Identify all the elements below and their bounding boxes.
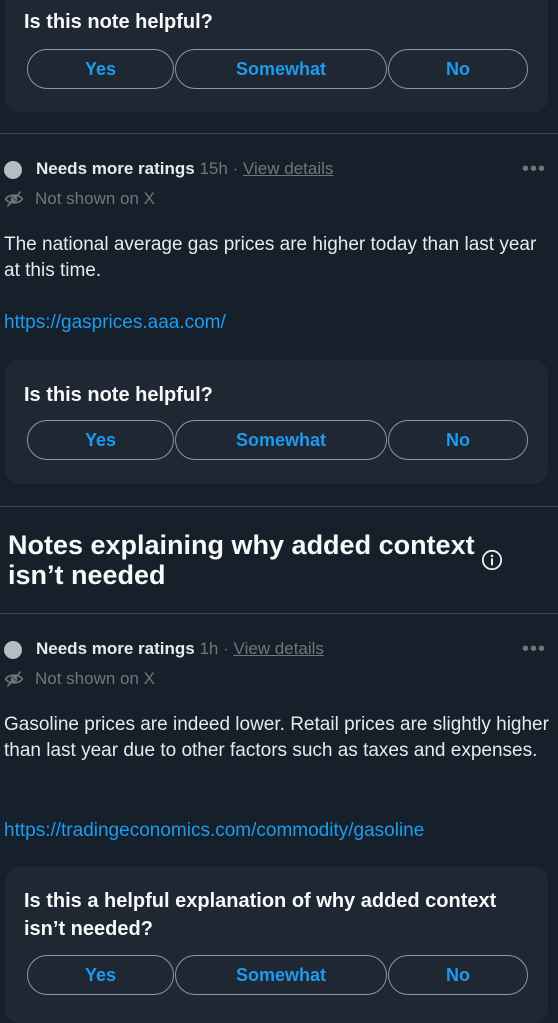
more-options-icon[interactable]: ••• bbox=[522, 638, 546, 661]
yes-button[interactable]: Yes bbox=[27, 955, 174, 995]
no-button[interactable]: No bbox=[388, 49, 528, 89]
somewhat-button[interactable]: Somewhat bbox=[175, 49, 387, 89]
rating-card-note1: Is this note helpful? Yes Somewhat No bbox=[5, 360, 548, 484]
divider bbox=[0, 613, 558, 614]
explanation-card-title: Is this a helpful explanation of why add… bbox=[24, 890, 497, 940]
view-details-link[interactable]: View details bbox=[234, 639, 324, 658]
note-status: Needs more ratings bbox=[36, 639, 195, 658]
rating-card-title: Is this note helpful? bbox=[24, 384, 213, 406]
rating-card-title: Is this note helpful? bbox=[24, 11, 213, 33]
view-details-link[interactable]: View details bbox=[243, 159, 333, 178]
no-button[interactable]: No bbox=[388, 420, 528, 460]
eye-off-icon bbox=[4, 670, 24, 688]
separator: · bbox=[232, 159, 239, 178]
separator: · bbox=[223, 639, 229, 658]
note-source-link[interactable]: https://tradingeconomics.com/commodity/g… bbox=[4, 820, 424, 842]
more-options-icon[interactable]: ••• bbox=[522, 158, 546, 181]
note-age: 1h bbox=[199, 639, 219, 658]
note-status: Needs more ratings bbox=[36, 159, 195, 178]
divider bbox=[0, 506, 558, 507]
note-age: 15h bbox=[199, 159, 228, 178]
note-source-link[interactable]: https://gasprices.aaa.com/ bbox=[4, 312, 226, 334]
status-dot-icon bbox=[4, 641, 22, 659]
yes-button[interactable]: Yes bbox=[27, 49, 174, 89]
section-heading: Notes explaining why added context isn’t… bbox=[8, 530, 475, 590]
no-button[interactable]: No bbox=[388, 955, 528, 995]
explanation-rating-card: Is this a helpful explanation of why add… bbox=[5, 867, 548, 1023]
not-shown-label: Not shown on X bbox=[35, 669, 156, 688]
yes-button[interactable]: Yes bbox=[27, 420, 174, 460]
status-dot-icon bbox=[4, 161, 22, 179]
somewhat-button[interactable]: Somewhat bbox=[175, 955, 387, 995]
note-body: The national average gas prices are high… bbox=[4, 234, 537, 281]
divider bbox=[0, 133, 558, 134]
rating-card-top: Is this note helpful? Yes Somewhat No bbox=[5, 0, 548, 112]
note-status-line: Needs more ratings 1h · View details bbox=[36, 639, 324, 659]
not-shown-label: Not shown on X bbox=[35, 189, 156, 208]
note-body: Gasoline prices are indeed lower. Retail… bbox=[4, 714, 549, 761]
note-status-line: Needs more ratings 15h · View details bbox=[36, 159, 333, 179]
info-icon[interactable] bbox=[481, 549, 503, 571]
eye-off-icon bbox=[4, 190, 24, 208]
somewhat-button[interactable]: Somewhat bbox=[175, 420, 387, 460]
